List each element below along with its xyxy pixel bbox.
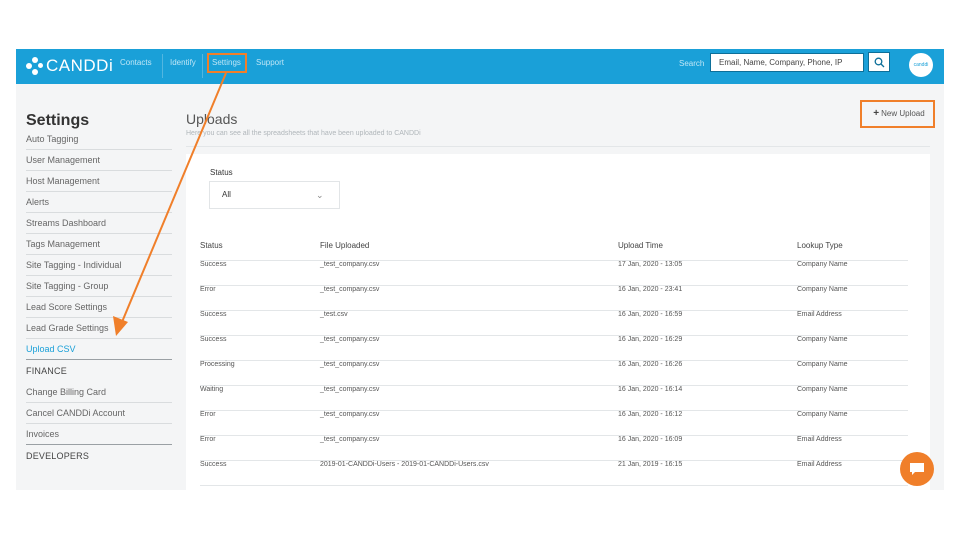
row-upload-time: 21 Jan, 2019 - 16:15 [618, 460, 797, 486]
status-filter-select[interactable]: All ⌄ [209, 181, 340, 209]
row-file: _test_company.csv [320, 285, 618, 311]
uploads-card: Status All ⌄ Status File Uploaded Upload… [186, 154, 930, 490]
sidebar-item-change-billing-card[interactable]: Change Billing Card [26, 382, 172, 403]
sidebar-item-invoices[interactable]: Invoices [26, 424, 172, 444]
sidebar-item-host-management[interactable]: Host Management [26, 171, 172, 192]
app-window: CANDDi Contacts Identify Settings Suppor… [16, 49, 944, 490]
row-upload-time: 16 Jan, 2020 - 16:09 [618, 435, 797, 461]
row-status: Error [200, 285, 320, 311]
row-file: _test_company.csv [320, 385, 618, 411]
chevron-down-icon: ⌄ [316, 190, 324, 200]
status-filter-value: All [222, 190, 231, 199]
row-file: _test.csv [320, 310, 618, 336]
sidebar-item-streams-dashboard[interactable]: Streams Dashboard [26, 213, 172, 234]
row-upload-time: 16 Jan, 2020 - 23:41 [618, 285, 797, 311]
user-avatar[interactable]: canddi [909, 53, 933, 77]
nav-divider [202, 54, 203, 78]
sidebar-item-lead-grade-settings[interactable]: Lead Grade Settings [26, 318, 172, 339]
nav-divider [162, 54, 163, 78]
table-row[interactable]: Error _test_company.csv 16 Jan, 2020 - 2… [200, 285, 908, 311]
row-status: Success [200, 310, 320, 336]
row-status: Success [200, 260, 320, 286]
logo-mark-icon [26, 57, 44, 75]
nav-settings[interactable]: Settings [212, 58, 241, 67]
row-file: _test_company.csv [320, 410, 618, 436]
sidebar-item-alerts[interactable]: Alerts [26, 192, 172, 213]
sidebar-item-site-tagging-group[interactable]: Site Tagging - Group [26, 276, 172, 297]
row-upload-time: 16 Jan, 2020 - 16:26 [618, 360, 797, 386]
top-navbar: CANDDi Contacts Identify Settings Suppor… [16, 49, 944, 84]
sidebar-item-upload-csv[interactable]: Upload CSV [26, 339, 172, 359]
new-upload-button[interactable]: + New Upload [869, 104, 929, 123]
row-status: Error [200, 410, 320, 436]
row-lookup-type: Company Name [797, 385, 908, 411]
sidebar-heading-developers[interactable]: DEVELOPERS [26, 445, 172, 467]
logo-text: CANDDi [46, 56, 114, 75]
page-title: Uploads [186, 111, 238, 127]
column-header-upload-time[interactable]: Upload Time [618, 231, 797, 261]
table-row[interactable]: Success _test.csv 16 Jan, 2020 - 16:59 E… [200, 310, 908, 336]
row-upload-time: 16 Jan, 2020 - 16:12 [618, 410, 797, 436]
plus-icon: + [873, 108, 880, 119]
column-header-file[interactable]: File Uploaded [320, 231, 618, 261]
sidebar-heading-finance: FINANCE [26, 366, 67, 376]
row-upload-time: 16 Jan, 2020 - 16:14 [618, 385, 797, 411]
search-input[interactable]: Email, Name, Company, Phone, IP [710, 53, 864, 72]
row-lookup-type: Company Name [797, 360, 908, 386]
row-lookup-type: Company Name [797, 335, 908, 361]
row-file: _test_company.csv [320, 435, 618, 461]
settings-sidebar: Settings Auto Tagging User Management Ho… [26, 112, 172, 467]
row-upload-time: 16 Jan, 2020 - 16:29 [618, 335, 797, 361]
nav-support[interactable]: Support [256, 58, 284, 67]
row-file: _test_company.csv [320, 360, 618, 386]
row-lookup-type: Company Name [797, 410, 908, 436]
row-lookup-type: Email Address [797, 310, 908, 336]
sidebar-item-site-tagging-individual[interactable]: Site Tagging - Individual [26, 255, 172, 276]
row-status: Error [200, 435, 320, 461]
nav-identify[interactable]: Identify [170, 58, 196, 67]
header-divider [186, 146, 930, 147]
table-header-row: Status File Uploaded Upload Time Lookup … [200, 231, 908, 261]
sidebar-title: Settings [26, 112, 90, 129]
canddi-logo[interactable]: CANDDi [26, 56, 113, 76]
table-row[interactable]: Error _test_company.csv 16 Jan, 2020 - 1… [200, 410, 908, 436]
search-label: Search [679, 59, 705, 68]
row-lookup-type: Email Address [797, 435, 908, 461]
table-row[interactable]: Success 2019-01-CANDDi-Users - 2019-01-C… [200, 460, 908, 486]
chat-launcher-button[interactable] [900, 452, 934, 486]
table-row[interactable]: Processing _test_company.csv 16 Jan, 202… [200, 360, 908, 386]
sidebar-item-cancel-account[interactable]: Cancel CANDDi Account [26, 403, 172, 424]
row-lookup-type: Company Name [797, 285, 908, 311]
chat-bubble-icon [910, 463, 924, 475]
row-status: Waiting [200, 385, 320, 411]
row-status: Processing [200, 360, 320, 386]
sidebar-item-auto-tagging[interactable]: Auto Tagging [26, 129, 172, 150]
nav-contacts[interactable]: Contacts [120, 58, 152, 67]
row-file: 2019-01-CANDDi-Users - 2019-01-CANDDi-Us… [320, 460, 618, 486]
row-status: Success [200, 335, 320, 361]
row-file: _test_company.csv [320, 335, 618, 361]
table-row[interactable]: Success _test_company.csv 16 Jan, 2020 -… [200, 335, 908, 361]
sidebar-item-lead-score-settings[interactable]: Lead Score Settings [26, 297, 172, 318]
row-lookup-type: Email Address [797, 460, 908, 486]
uploads-table: Status File Uploaded Upload Time Lookup … [200, 231, 908, 486]
table-row[interactable]: Success _test_company.csv 17 Jan, 2020 -… [200, 260, 908, 286]
row-file: _test_company.csv [320, 260, 618, 286]
page-subtitle: Here you can see all the spreadsheets th… [186, 130, 421, 137]
row-upload-time: 16 Jan, 2020 - 16:59 [618, 310, 797, 336]
table-row[interactable]: Error _test_company.csv 16 Jan, 2020 - 1… [200, 435, 908, 461]
search-button[interactable] [868, 52, 890, 72]
new-upload-label: New Upload [881, 109, 925, 118]
row-upload-time: 17 Jan, 2020 - 13:05 [618, 260, 797, 286]
row-status: Success [200, 460, 320, 486]
sidebar-item-tags-management[interactable]: Tags Management [26, 234, 172, 255]
table-row[interactable]: Waiting _test_company.csv 16 Jan, 2020 -… [200, 385, 908, 411]
sidebar-item-user-management[interactable]: User Management [26, 150, 172, 171]
row-lookup-type: Company Name [797, 260, 908, 286]
column-header-lookup-type[interactable]: Lookup Type [797, 231, 908, 261]
status-filter-label: Status [210, 168, 233, 177]
search-icon [874, 57, 884, 67]
column-header-status[interactable]: Status [200, 231, 320, 261]
